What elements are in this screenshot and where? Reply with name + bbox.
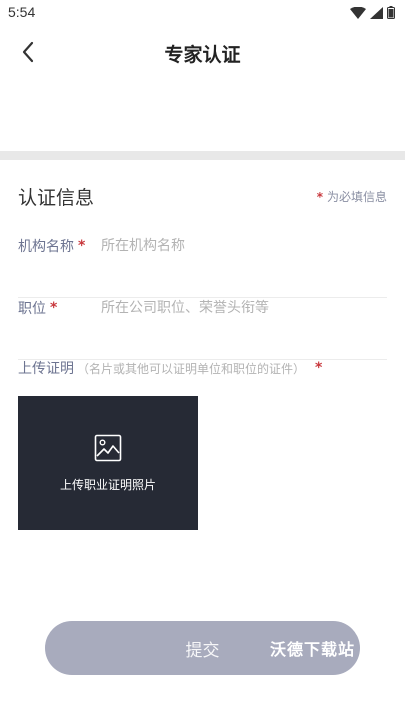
required-note-text: 为必填信息 [326,190,387,204]
submit-label: 提交 [185,640,220,661]
status-time: 5:54 [8,4,36,20]
required-star: * [316,189,323,204]
org-field-row: 机构名称 * [18,235,387,298]
upload-photo-button[interactable]: 上传职业证明照片 [18,396,198,530]
page-title: 专家认证 [164,44,241,66]
position-label: 职位 * [18,298,57,318]
upload-hint: （名片或其他可以证明单位和职位的证件） [77,361,306,376]
position-required-star: * [50,300,58,316]
section-divider [0,151,405,160]
battery-icon [387,6,395,19]
wifi-icon [350,6,366,19]
status-icons [350,6,395,19]
status-bar: 5:54 [0,0,405,28]
upload-label: 上传证明 [18,361,74,377]
upload-button-text: 上传职业证明照片 [59,477,156,492]
position-field-row: 职位 * [18,297,387,360]
watermark-text: 沃德下载站 [269,640,355,659]
position-label-text: 职位 [18,301,46,317]
signal-icon [370,6,383,19]
image-icon [94,434,122,461]
nav-bar: 专家认证 [0,28,405,76]
org-label: 机构名称 * [18,236,85,256]
required-note: * 为必填信息 [317,188,387,205]
upload-required-star: * [315,360,323,376]
upload-label-row: 上传证明 （名片或其他可以证明单位和职位的证件） * [18,358,322,378]
org-label-text: 机构名称 [18,239,74,255]
section-title: 认证信息 [18,187,95,209]
org-input[interactable] [101,235,381,257]
org-required-star: * [78,238,86,254]
position-input[interactable] [101,297,381,319]
